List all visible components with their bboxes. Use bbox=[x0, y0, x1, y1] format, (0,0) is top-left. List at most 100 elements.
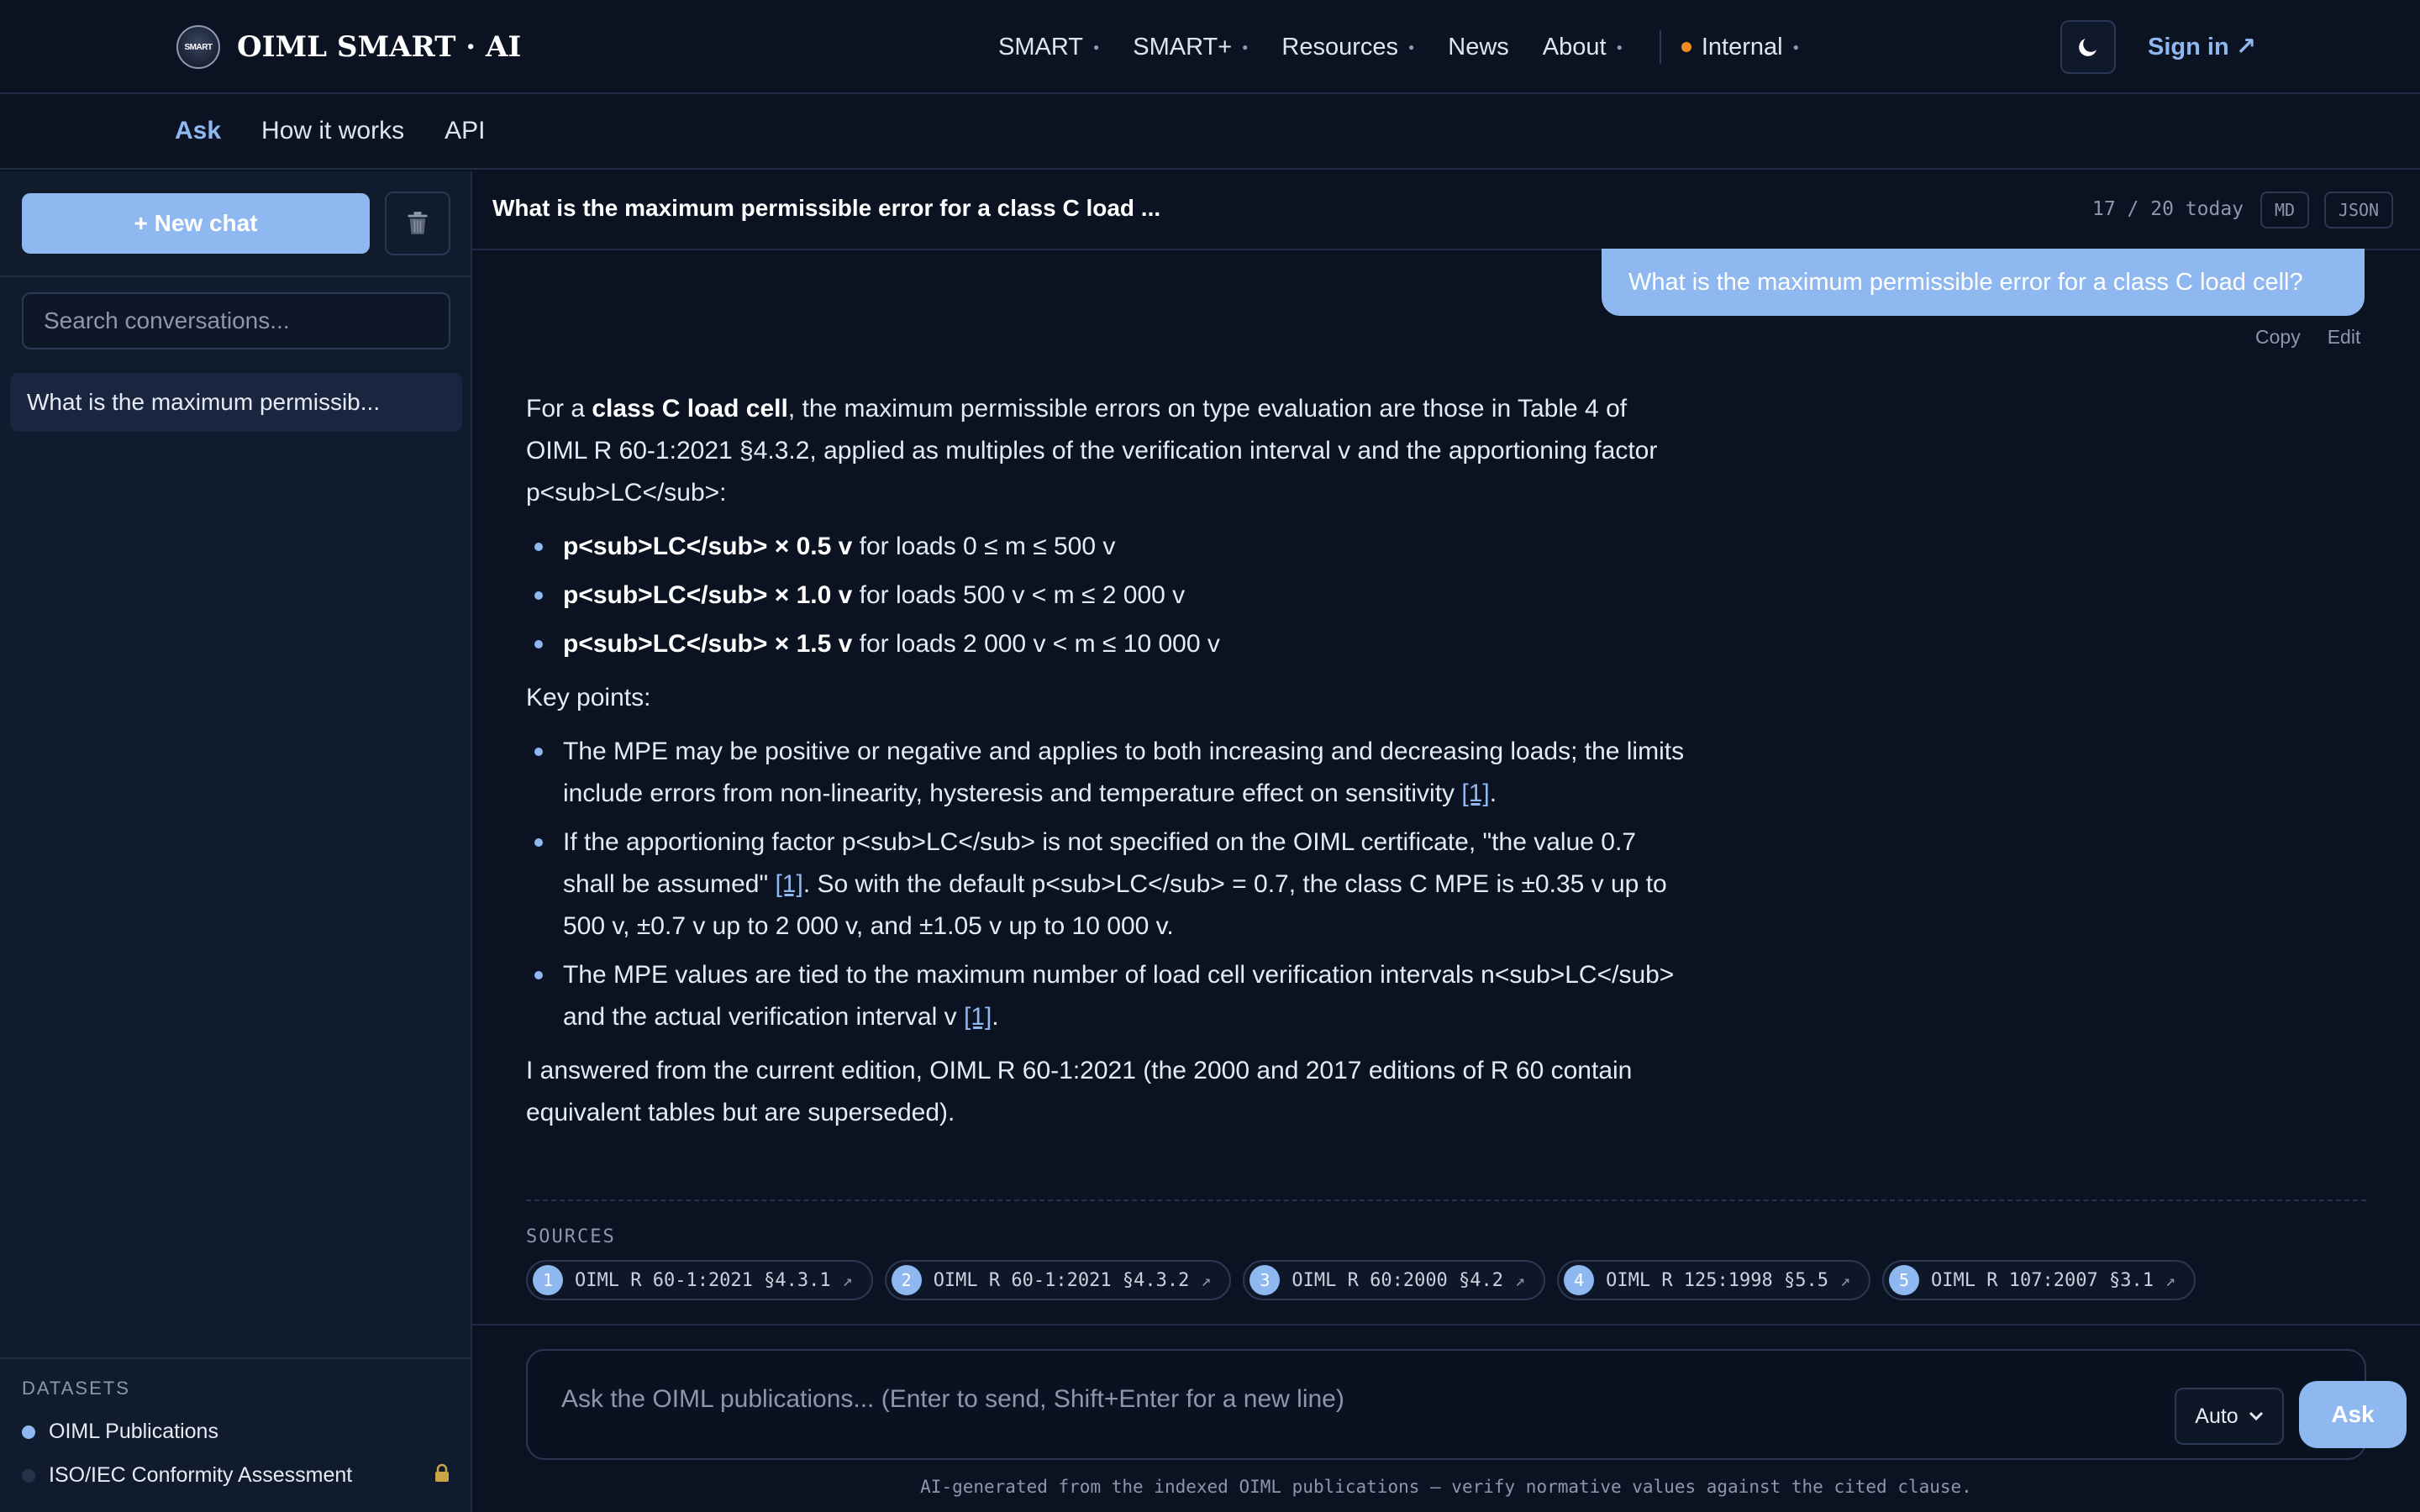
source-chip[interactable]: 2 OIML R 60-1:2021 §4.3.2 ↗ bbox=[884, 1260, 1232, 1300]
external-link-icon: ↗ bbox=[1840, 1270, 1851, 1290]
sign-in-link[interactable]: Sign in ↗ bbox=[2148, 32, 2256, 61]
assistant-answer: For a class C load cell, the maximum per… bbox=[526, 388, 1686, 1146]
theme-toggle-button[interactable] bbox=[2060, 20, 2116, 74]
citation-link[interactable]: [1] bbox=[964, 1003, 992, 1031]
ask-button[interactable]: Ask bbox=[2299, 1381, 2407, 1448]
lock-icon bbox=[434, 1463, 450, 1489]
sidebar: + New chat What is the maximum permissib… bbox=[0, 171, 472, 1512]
sidebar-divider bbox=[0, 276, 471, 277]
list-item: The MPE values are tied to the maximum n… bbox=[526, 954, 1686, 1038]
source-label: OIML R 60:2000 §4.2 bbox=[1292, 1269, 1504, 1291]
external-link-icon: ↗ bbox=[842, 1270, 853, 1290]
datasets-heading: DATASETS bbox=[22, 1378, 130, 1399]
mpe-list: p<sub>LC</sub> × 0.5 v for loads 0 ≤ m ≤… bbox=[526, 526, 1686, 665]
source-chip[interactable]: 5 OIML R 107:2007 §3.1 ↗ bbox=[1882, 1260, 2196, 1300]
composer-area: Auto Ask AI-generated from the indexed O… bbox=[472, 1324, 2420, 1512]
source-number: 3 bbox=[1249, 1265, 1281, 1295]
brand-link[interactable]: SMART OIML SMART · AI bbox=[176, 25, 521, 69]
external-link-icon: ↗ bbox=[1515, 1270, 1526, 1290]
nav-smart-label: SMART bbox=[998, 33, 1083, 60]
dataset-inactive-dot-icon bbox=[22, 1468, 35, 1483]
source-number: 1 bbox=[533, 1265, 563, 1295]
nav-divider bbox=[1659, 30, 1661, 64]
chevron-down-icon: ● bbox=[1792, 41, 1799, 53]
mode-value: Auto bbox=[2195, 1404, 2238, 1428]
dataset-label: ISO/IEC Conformity Assessment bbox=[49, 1463, 353, 1487]
citation-link[interactable]: [1] bbox=[775, 870, 802, 898]
dataset-oiml-publications[interactable]: OIML Publications bbox=[22, 1420, 450, 1444]
list-item: p<sub>LC</sub> × 1.0 v for loads 500 v <… bbox=[526, 575, 1686, 617]
answer-closing: I answered from the current edition, OIM… bbox=[526, 1057, 1633, 1126]
answer-text: The MPE may be positive or negative and … bbox=[563, 738, 1685, 807]
answer-text: For a bbox=[526, 395, 592, 423]
citation-link[interactable]: [1] bbox=[1461, 780, 1489, 807]
mpe-range: for loads 500 v < m ≤ 2 000 v bbox=[852, 581, 1186, 609]
list-item: p<sub>LC</sub> × 1.5 v for loads 2 000 v… bbox=[526, 623, 1686, 665]
chat-title: What is the maximum permissible error fo… bbox=[492, 195, 1161, 221]
nav-smart-plus[interactable]: SMART+ ● bbox=[1133, 34, 1248, 61]
chat-header: What is the maximum permissible error fo… bbox=[472, 171, 2420, 250]
dataset-active-dot-icon bbox=[22, 1425, 35, 1439]
oiml-logo: SMART bbox=[176, 25, 220, 69]
trash-icon bbox=[408, 212, 428, 234]
tab-ask[interactable]: Ask bbox=[175, 117, 221, 145]
message-actions: Copy Edit bbox=[2255, 326, 2360, 349]
list-item: p<sub>LC</sub> × 0.5 v for loads 0 ≤ m ≤… bbox=[526, 526, 1686, 568]
export-json-button[interactable]: JSON bbox=[2324, 192, 2393, 228]
chevron-down-icon: ● bbox=[1092, 41, 1100, 53]
chevron-down-icon: ● bbox=[1242, 41, 1249, 53]
sources-divider bbox=[526, 1200, 2366, 1201]
conversation-item[interactable]: What is the maximum permissib... bbox=[10, 373, 462, 432]
moon-icon bbox=[2079, 39, 2096, 56]
nav-news-label: News bbox=[1448, 33, 1509, 60]
list-item: The MPE may be positive or negative and … bbox=[526, 731, 1686, 815]
nav-about-label: About bbox=[1542, 33, 1607, 60]
external-link-icon: ↗ bbox=[2165, 1270, 2175, 1290]
export-md-button[interactable]: MD bbox=[2260, 192, 2309, 228]
question-input[interactable] bbox=[561, 1379, 2158, 1420]
user-message: What is the maximum permissible error fo… bbox=[1602, 249, 2365, 316]
external-link-icon: ↗ bbox=[1201, 1270, 1212, 1290]
edit-button[interactable]: Edit bbox=[2328, 326, 2361, 349]
nav-resources[interactable]: Resources ● bbox=[1281, 34, 1414, 61]
usage-counter: 17 / 20 today bbox=[2092, 198, 2244, 220]
datasets-divider bbox=[0, 1357, 471, 1359]
nav-resources-label: Resources bbox=[1281, 33, 1399, 60]
list-item: If the apportioning factor p<sub>LC</sub… bbox=[526, 822, 1686, 948]
search-conversations-input[interactable] bbox=[22, 292, 450, 349]
source-label: OIML R 60-1:2021 §4.3.1 bbox=[575, 1269, 831, 1291]
source-chip[interactable]: 3 OIML R 60:2000 §4.2 ↗ bbox=[1243, 1260, 1546, 1300]
answer-text: . bbox=[992, 1003, 999, 1031]
tab-api[interactable]: API bbox=[445, 117, 485, 145]
answer-bold: class C load cell bbox=[592, 395, 788, 423]
source-number: 4 bbox=[1564, 1265, 1595, 1295]
composer: Auto Ask bbox=[526, 1349, 2407, 1460]
main-nav: SMART ● SMART+ ● Resources ● News About ● In… bbox=[998, 0, 1799, 94]
answer-text: The MPE values are tied to the maximum n… bbox=[563, 961, 1675, 1031]
chevron-down-icon: ● bbox=[1408, 41, 1415, 53]
new-chat-button[interactable]: + New chat bbox=[22, 193, 370, 254]
disclaimer: AI-generated from the indexed OIML publi… bbox=[920, 1477, 1972, 1497]
sub-navbar: Ask How it works API bbox=[0, 94, 2420, 170]
key-points-label: Key points: bbox=[526, 684, 651, 711]
mode-select[interactable]: Auto bbox=[2175, 1388, 2284, 1445]
nav-internal-label: Internal bbox=[1701, 33, 1783, 60]
nav-internal[interactable]: Internal ● bbox=[1681, 34, 1799, 61]
copy-button[interactable]: Copy bbox=[2255, 326, 2301, 349]
nav-news[interactable]: News bbox=[1448, 34, 1509, 61]
nav-smart[interactable]: SMART ● bbox=[998, 34, 1099, 61]
nav-smart-plus-label: SMART+ bbox=[1133, 33, 1233, 60]
chevron-down-icon bbox=[2249, 1411, 2263, 1421]
dataset-label: OIML Publications bbox=[49, 1420, 218, 1443]
delete-chats-button[interactable] bbox=[385, 192, 450, 255]
tab-how-it-works[interactable]: How it works bbox=[261, 117, 404, 145]
nav-about[interactable]: About ● bbox=[1543, 34, 1623, 61]
mpe-value: p<sub>LC</sub> × 1.0 v bbox=[563, 581, 853, 609]
status-dot-icon bbox=[1681, 42, 1691, 52]
key-points-list: The MPE may be positive or negative and … bbox=[526, 731, 1686, 1038]
source-chip[interactable]: 1 OIML R 60-1:2021 §4.3.1 ↗ bbox=[526, 1260, 873, 1300]
source-chip[interactable]: 4 OIML R 125:1998 §5.5 ↗ bbox=[1557, 1260, 1871, 1300]
source-number: 2 bbox=[891, 1265, 922, 1295]
dataset-iso-iec[interactable]: ISO/IEC Conformity Assessment bbox=[22, 1463, 450, 1488]
source-number: 5 bbox=[1889, 1265, 1920, 1295]
